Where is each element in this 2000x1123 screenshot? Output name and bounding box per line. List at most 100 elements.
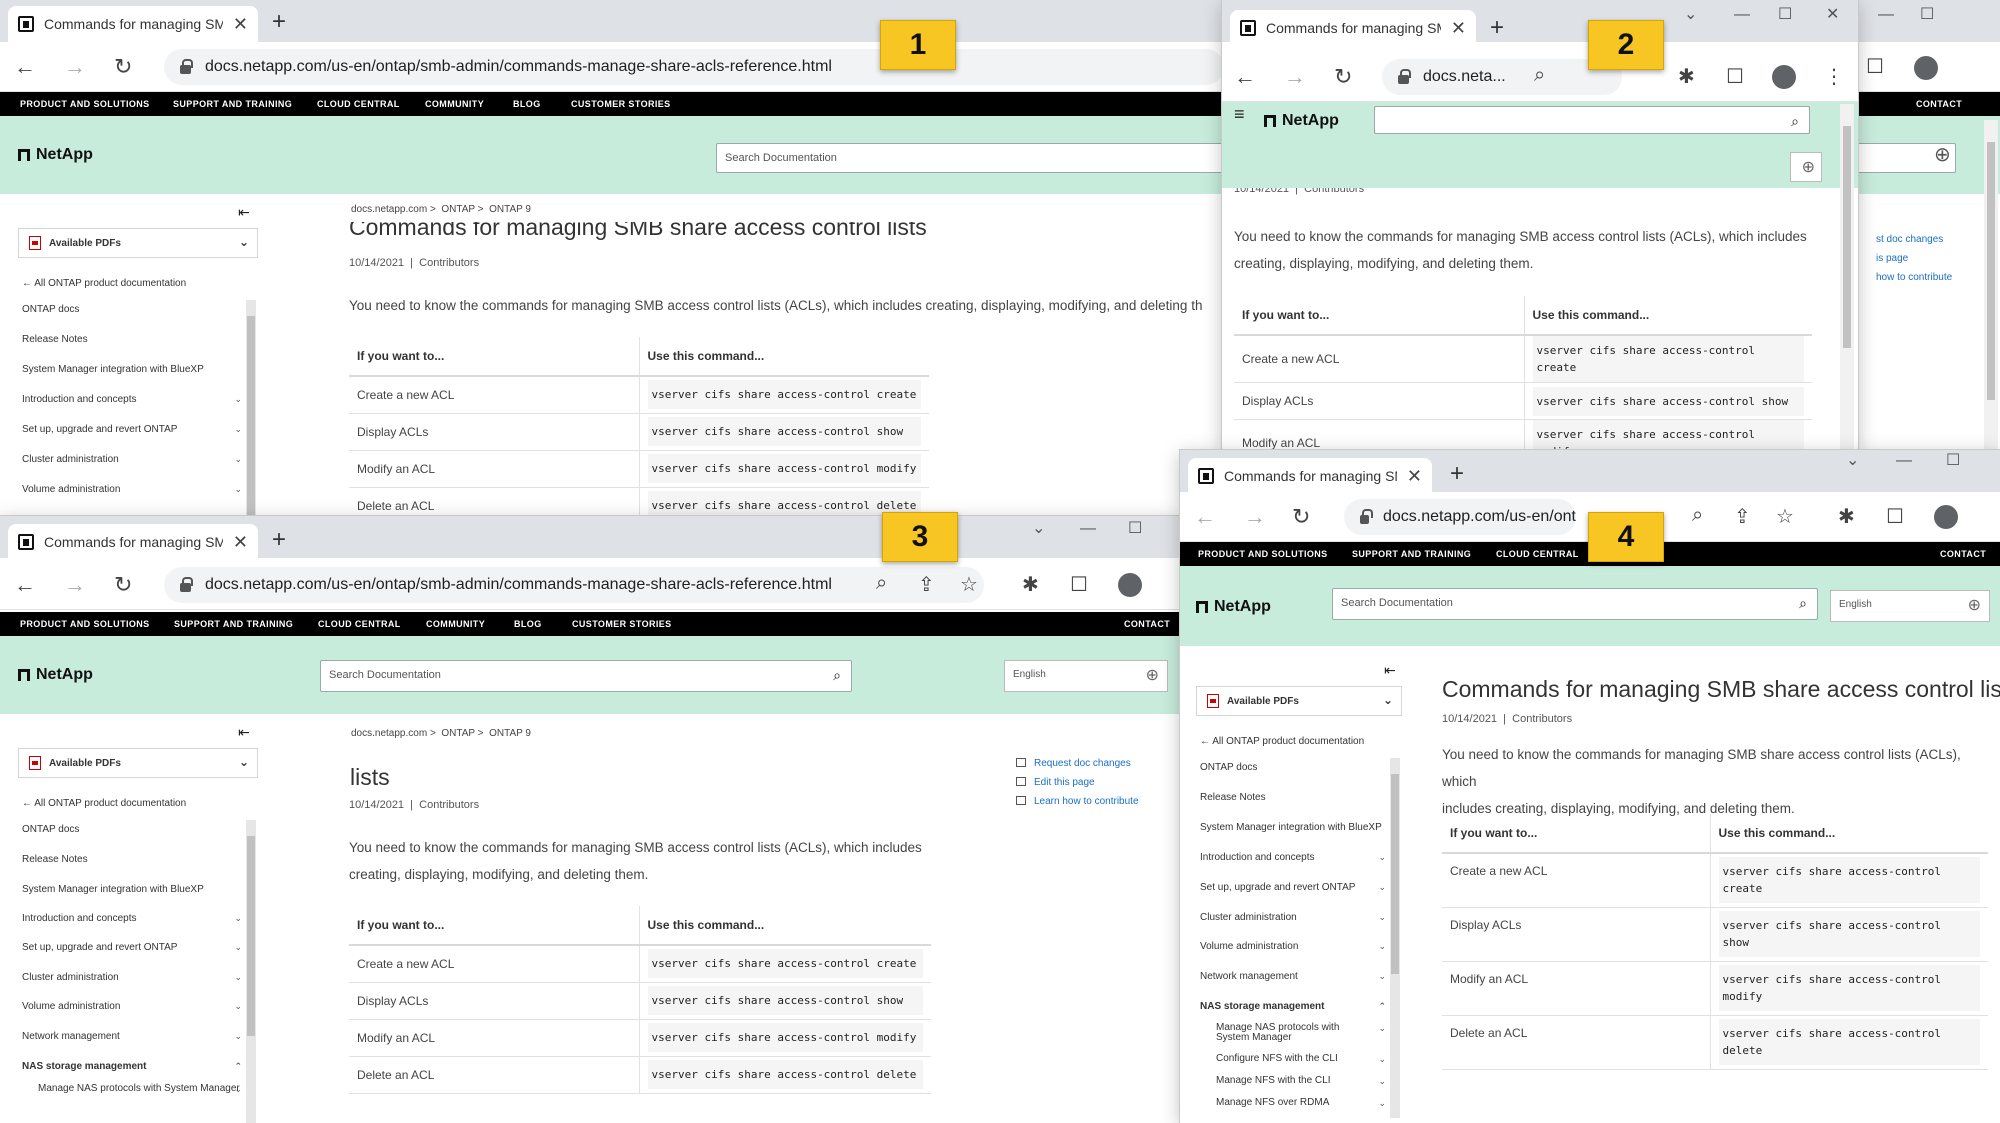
sidepanel-icon[interactable]: ☐ [1866,54,1884,79]
sidebar-item-network[interactable]: Network management ⌄ [1200,971,1386,982]
chevron-down-icon[interactable]: ⌄ [1684,4,1697,24]
search-input[interactable]: ⌕ [1374,106,1810,134]
forward-icon[interactable]: → [1284,64,1306,90]
netapp-logo[interactable]: NetApp [1196,598,1271,616]
reload-icon[interactable]: ↻ [114,572,132,598]
language-selector[interactable]: ⊕ [1790,152,1822,182]
sidebar-item-ontap-docs[interactable]: ONTAP docs [22,824,192,835]
reload-icon[interactable]: ↻ [114,54,132,80]
nav-product[interactable]: PRODUCT AND SOLUTIONS [1198,549,1328,559]
profile-icon[interactable] [1118,573,1142,597]
nav-product[interactable]: PRODUCT AND SOLUTIONS [20,99,150,109]
forward-icon[interactable]: → [64,54,86,80]
available-pdfs-dropdown[interactable]: Available PDFs ⌄ [1196,686,1402,716]
close-tab-icon[interactable]: ✕ [1451,18,1466,39]
browser-tab[interactable]: Commands for managing SMB share access c… [1230,10,1476,46]
collapse-sidebar-icon[interactable]: ⇤ [238,724,250,741]
nav-contact[interactable]: CONTACT [1916,99,1962,109]
minimize-icon[interactable]: — [1896,452,1912,470]
learn-contribute-link[interactable]: how to contribute [1858,272,1952,291]
close-window-icon[interactable]: ✕ [1826,4,1839,24]
search-input[interactable]: Search Documentation ⌕ [320,660,852,692]
sidebar-item-nas[interactable]: NAS storage management ⌃ [1200,1001,1386,1012]
sidepanel-icon[interactable]: ☐ [1070,572,1088,597]
forward-icon[interactable]: → [64,572,86,598]
chevron-down-icon[interactable]: ⌄ [1032,518,1045,538]
globe-icon[interactable]: ⊕ [1934,142,1951,167]
sidebar-item-volume[interactable]: Volume administration ⌄ [22,1001,242,1012]
nav-community[interactable]: COMMUNITY [425,99,484,109]
nav-stories[interactable]: CUSTOMER STORIES [571,99,671,109]
sidebar-subitem-nas-protocols[interactable]: Manage NAS protocols with System Manager… [1216,1023,1386,1043]
sidebar-item-system-manager[interactable]: System Manager integration with BlueXP [22,364,204,375]
sidebar-scrollbar[interactable] [246,820,256,1123]
available-pdfs-dropdown[interactable]: Available PDFs ⌄ [18,748,258,778]
edit-page-link[interactable]: is page [1858,253,1952,272]
page-scrollbar[interactable] [1840,104,1854,452]
nav-stories[interactable]: CUSTOMER STORIES [572,619,672,629]
sidepanel-icon[interactable]: ☐ [1726,64,1744,89]
available-pdfs-dropdown[interactable]: Available PDFs ⌄ [18,228,258,258]
netapp-logo[interactable]: NetApp [18,146,93,164]
search-icon[interactable]: ⌕ [1799,595,1807,612]
sidebar-scrollbar[interactable] [1390,758,1400,1118]
sidebar-item-release-notes[interactable]: Release Notes [1200,792,1370,803]
sidebar-scrollbar[interactable] [246,300,256,520]
request-doc-changes-link[interactable]: Request doc changes [1016,758,1139,777]
sidebar-item-cluster[interactable]: Cluster administration ⌄ [22,454,242,465]
sidebar-item-intro[interactable]: Introduction and concepts ⌄ [22,394,242,405]
new-tab-icon[interactable]: + [1450,460,1464,488]
sidebar-item-ontap-docs[interactable]: ONTAP docs [1200,762,1370,773]
profile-icon[interactable] [1772,65,1796,89]
sidebar-item-system-manager[interactable]: System Manager integration with BlueXP [1200,822,1386,833]
minimize-icon[interactable]: — [1734,6,1750,24]
zoom-icon[interactable]: ⌕ [1534,64,1545,87]
nav-support[interactable]: SUPPORT AND TRAINING [1352,549,1471,559]
nav-blog[interactable]: BLOG [513,99,541,109]
request-doc-changes-link[interactable]: st doc changes [1858,234,1952,253]
nav-cloud[interactable]: CLOUD CENTRAL [318,619,401,629]
sidebar-item-setup[interactable]: Set up, upgrade and revert ONTAP ⌄ [22,942,242,953]
browser-tab[interactable]: Commands for managing SMB share access c… [8,524,258,560]
all-docs-link[interactable]: ← All ONTAP product documentation [1200,736,1400,747]
hamburger-menu-icon[interactable]: ≡ [1234,104,1245,125]
nav-blog[interactable]: BLOG [514,619,542,629]
sidebar-item-network[interactable]: Network management ⌄ [22,1031,242,1042]
menu-dots-icon[interactable]: ⋮ [1824,64,1844,89]
extensions-icon[interactable]: ✱ [1838,504,1855,529]
close-tab-icon[interactable]: ✕ [1407,466,1422,487]
sidebar-subitem-nfs-rdma[interactable]: Manage NFS over RDMA ⌄ [1216,1098,1386,1109]
learn-contribute-link[interactable]: Learn how to contribute [1016,796,1139,815]
profile-icon[interactable] [1934,505,1958,529]
search-input[interactable]: Search Documentation ⌕ [1332,588,1818,620]
search-icon[interactable]: ⌕ [1791,113,1799,130]
maximize-icon[interactable]: ☐ [1920,4,1934,24]
netapp-logo[interactable]: NetApp [18,666,93,684]
language-selector[interactable]: English ⊕ [1004,660,1168,692]
search-icon[interactable]: ⌕ [833,667,841,684]
zoom-icon[interactable]: ⌕ [1692,504,1703,527]
maximize-icon[interactable]: ☐ [1128,518,1142,538]
chevron-down-icon[interactable]: ⌄ [1846,450,1859,470]
sidebar-item-cluster[interactable]: Cluster administration ⌄ [22,972,242,983]
collapse-sidebar-icon[interactable]: ⇤ [238,204,250,221]
back-icon[interactable]: ← [1194,504,1216,530]
address-bar[interactable]: docs.netapp.com/us-en/ont [1344,499,1576,535]
zoom-icon[interactable]: ⌕ [876,572,887,595]
nav-contact[interactable]: CONTACT [1124,619,1170,629]
sidebar-subitem-configure-nfs[interactable]: Configure NFS with the CLI ⌄ [1216,1054,1386,1065]
new-tab-icon[interactable]: + [272,8,286,36]
share-icon[interactable]: ⇪ [918,572,935,597]
language-selector[interactable]: English ⊕ [1830,590,1990,622]
address-bar[interactable]: docs.neta... [1382,59,1622,95]
sidebar-item-release-notes[interactable]: Release Notes [22,854,192,865]
maximize-icon[interactable]: ☐ [1946,450,1960,470]
sidebar-item-nas[interactable]: NAS storage management ⌃ [22,1061,242,1072]
profile-icon[interactable] [1914,56,1938,80]
collapse-sidebar-icon[interactable]: ⇤ [1384,662,1396,679]
maximize-icon[interactable]: ☐ [1778,4,1792,24]
all-docs-link[interactable]: ← All ONTAP product documentation [22,798,242,809]
nav-cloud[interactable]: CLOUD CENTRAL [317,99,400,109]
sidepanel-icon[interactable]: ☐ [1886,504,1904,529]
sidebar-item-volume[interactable]: Volume administration ⌄ [22,484,242,495]
